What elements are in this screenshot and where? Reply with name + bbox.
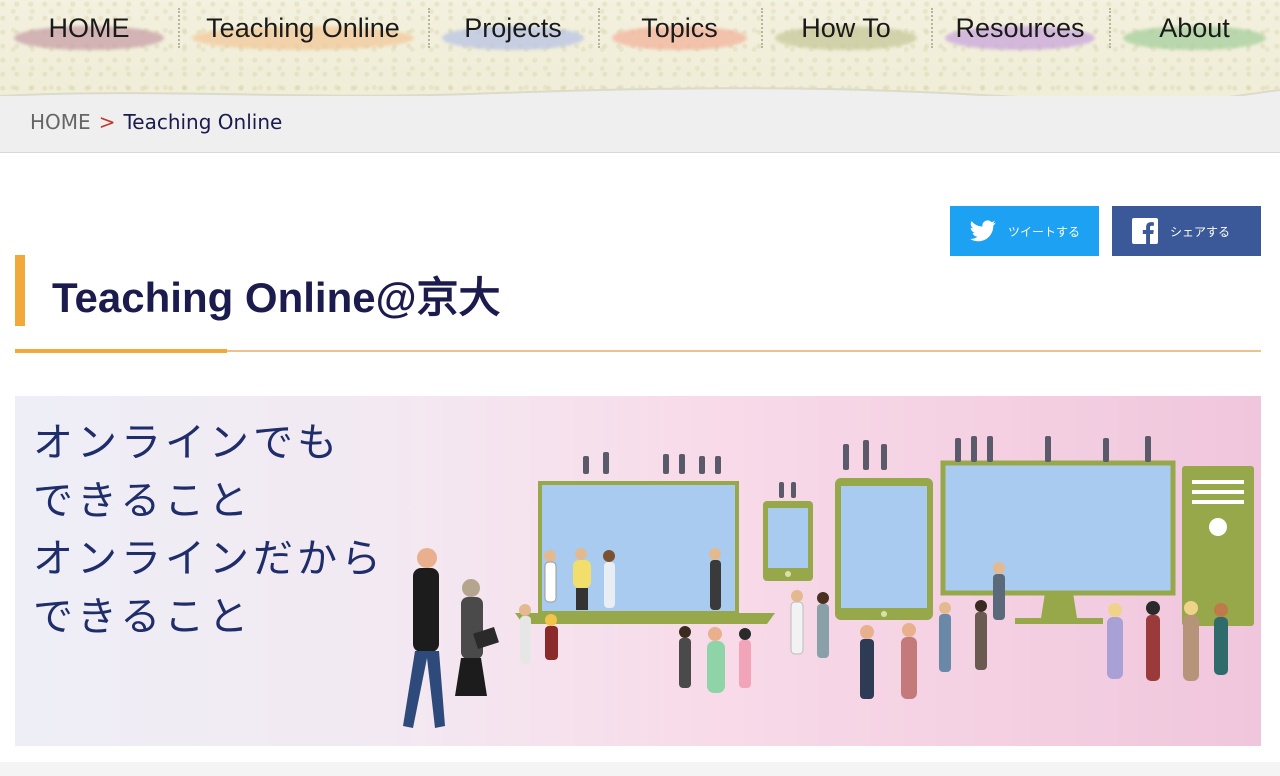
breadcrumb-home-link[interactable]: HOME [30, 110, 91, 134]
monitor-illustration [940, 460, 1176, 624]
nav-item-label: About [1159, 12, 1230, 43]
nav-divider [598, 8, 600, 48]
nav-item-resources[interactable]: Resources [931, 0, 1109, 56]
facebook-share-label: シェアする [1170, 224, 1231, 239]
nav-divider [1109, 8, 1111, 48]
tweet-button-label: ツイートする [1008, 224, 1081, 239]
nav-item-label: HOME [48, 12, 130, 43]
nav-item-label: Resources [955, 12, 1085, 43]
nav-divider [428, 8, 430, 48]
page-bottom-strip [0, 762, 1280, 776]
breadcrumb-separator: > [98, 110, 116, 134]
hero-banner: オンラインでも できること オンラインだから できること [15, 396, 1261, 746]
facebook-f-icon [1132, 218, 1158, 244]
breadcrumb: HOME > Teaching Online [30, 110, 282, 134]
nav-divider [178, 8, 180, 48]
hero-illustration [403, 436, 1254, 728]
twitter-bird-icon [970, 220, 996, 242]
title-underline-accent [15, 349, 227, 353]
nav-divider [931, 8, 933, 48]
nav-item-label: Topics [641, 12, 718, 43]
nav-item-label: How To [801, 12, 891, 43]
nav-divider [761, 8, 763, 48]
nav-item-how-to[interactable]: How To [761, 0, 931, 56]
tablet-illustration [835, 478, 933, 620]
nav-item-about[interactable]: About [1109, 0, 1280, 56]
title-accent-bar [15, 255, 25, 326]
nav-list: HOME Teaching Online Projects Topics How… [0, 0, 1280, 62]
nav-item-label: Projects [464, 12, 562, 43]
top-navigation: HOME Teaching Online Projects Topics How… [0, 0, 1280, 112]
nav-item-projects[interactable]: Projects [428, 0, 598, 56]
nav-item-teaching-online[interactable]: Teaching Online [178, 0, 428, 56]
nav-item-label: Teaching Online [206, 12, 400, 43]
breadcrumb-current: Teaching Online [123, 110, 283, 134]
tweet-button[interactable]: ツイートする [950, 206, 1099, 256]
facebook-share-button[interactable]: シェアする [1112, 206, 1261, 256]
breadcrumb-bar: HOME > Teaching Online [0, 96, 1280, 153]
nav-item-home[interactable]: HOME [0, 0, 178, 56]
page-title: Teaching Online@京大 [52, 274, 501, 321]
smartphone-illustration [763, 501, 813, 581]
nav-item-topics[interactable]: Topics [598, 0, 761, 56]
